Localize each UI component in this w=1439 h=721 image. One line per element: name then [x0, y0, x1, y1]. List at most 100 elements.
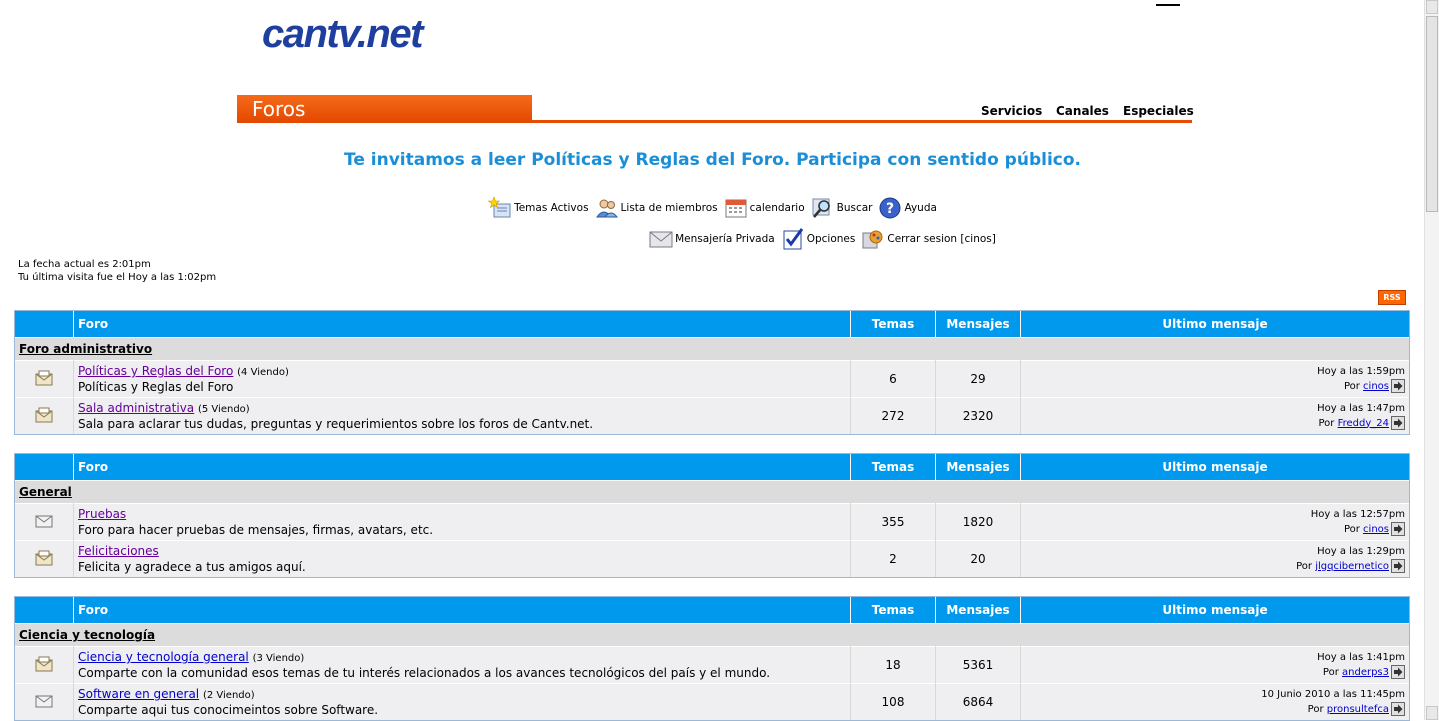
- col-forum: Foro: [73, 311, 851, 338]
- last-post-by: Por: [1343, 380, 1360, 392]
- tool-active-topics[interactable]: Temas Activos: [488, 196, 589, 220]
- last-post-by: Por: [1307, 703, 1324, 715]
- posts-count: 1820: [935, 503, 1021, 541]
- posts-count: 2320: [935, 397, 1021, 434]
- help-icon: ?: [879, 197, 901, 219]
- forum-banner[interactable]: Te invitamos a leer Políticas y Reglas d…: [0, 150, 1425, 170]
- viewing-count: (5 Viendo): [197, 404, 250, 415]
- tool-label: Ayuda: [904, 202, 937, 214]
- tool-calendar[interactable]: calendario: [724, 196, 805, 220]
- tool-private-messages[interactable]: Mensajería Privada: [649, 227, 775, 251]
- forum-link[interactable]: Políticas y Reglas del Foro: [78, 364, 233, 378]
- nav-canales[interactable]: Canales: [1056, 104, 1109, 118]
- forum-envelope-icon: [35, 695, 53, 707]
- logout-icon: [862, 230, 883, 249]
- forum-section-general: Foro Temas Mensajes Ultimo mensaje Gener…: [14, 453, 1410, 578]
- last-post-user[interactable]: cinos: [1363, 524, 1389, 535]
- col-last-post: Ultimo mensaje: [1020, 454, 1409, 481]
- last-post-user[interactable]: anderps3: [1342, 667, 1389, 678]
- topics-count: 2: [850, 540, 936, 577]
- nav-especiales[interactable]: Especiales: [1123, 104, 1194, 118]
- go-to-post-icon[interactable]: [1391, 664, 1405, 679]
- forum-folder-icon: [35, 550, 53, 565]
- go-to-post-icon[interactable]: [1391, 521, 1405, 536]
- current-date: La fecha actual es 2:01pm: [18, 259, 151, 270]
- topics-count: 355: [850, 503, 936, 541]
- vertical-scrollbar[interactable]: [1424, 0, 1439, 720]
- go-to-post-icon[interactable]: [1391, 558, 1405, 573]
- forum-table: Foro Temas Mensajes Ultimo mensaje Cienc…: [15, 597, 1409, 720]
- table-header: Foro Temas Mensajes Ultimo mensaje: [15, 311, 1409, 338]
- table-row: Ciencia y tecnología general (3 Viendo) C…: [15, 646, 1409, 684]
- cantv-logo[interactable]: cantv.net: [262, 12, 423, 57]
- viewing-count: (3 Viendo): [252, 653, 305, 664]
- last-post-user[interactable]: jlgqcibernetico: [1315, 561, 1389, 572]
- last-post-by: Por: [1322, 666, 1339, 678]
- last-post-by: Por: [1318, 417, 1335, 429]
- table-row: Software en general (2 Viendo) Comparte a…: [15, 683, 1409, 720]
- go-to-post-icon[interactable]: [1391, 378, 1405, 393]
- table-row: Políticas y Reglas del Foro (4 Viendo) Po…: [15, 360, 1409, 398]
- tool-label: Buscar: [836, 202, 873, 214]
- table-row: Felicitaciones Felicita y agradece a tus…: [15, 540, 1409, 577]
- scroll-thumb[interactable]: [1426, 16, 1438, 212]
- last-visit: Tu última visita fue el Hoy a las 1:02pm: [18, 272, 217, 283]
- forum-link[interactable]: Felicitaciones: [78, 544, 159, 558]
- tool-logout[interactable]: Cerrar sesion [cinos]: [861, 227, 996, 251]
- forum-description: Comparte aqui tus conocimeintos sobre So…: [78, 703, 379, 717]
- rss-button[interactable]: RSS: [1378, 290, 1406, 305]
- tool-help[interactable]: ? Ayuda: [878, 196, 937, 220]
- table-row: Pruebas Foro para hacer pruebas de mensa…: [15, 503, 1409, 541]
- forum-folder-icon: [35, 407, 53, 422]
- header-rule: [532, 120, 1192, 123]
- forum-envelope-icon: [35, 515, 53, 527]
- tool-options[interactable]: Opciones: [781, 227, 855, 251]
- forum-section-science: Foro Temas Mensajes Ultimo mensaje Cienc…: [14, 596, 1410, 721]
- tool-members[interactable]: Lista de miembros: [595, 196, 718, 220]
- forum-table: Foro Temas Mensajes Ultimo mensaje Gener…: [15, 454, 1409, 577]
- col-posts: Mensajes: [935, 311, 1021, 338]
- go-to-post-icon[interactable]: [1391, 415, 1405, 430]
- forum-link[interactable]: Ciencia y tecnología general: [78, 650, 249, 664]
- section-tab-foros[interactable]: Foros: [237, 95, 532, 123]
- category-title[interactable]: Ciencia y tecnología: [15, 623, 1409, 647]
- category-title[interactable]: General: [15, 480, 1409, 504]
- forum-description: Foro para hacer pruebas de mensajes, fir…: [78, 523, 434, 537]
- posts-count: 6864: [935, 683, 1021, 720]
- col-posts: Mensajes: [935, 454, 1021, 481]
- forum-link[interactable]: Software en general: [78, 687, 199, 701]
- svg-text:?: ?: [886, 201, 894, 217]
- tool-label: Cerrar sesion [cinos]: [887, 233, 996, 245]
- last-post-time: Hoy a las 12:57pm: [1310, 508, 1405, 520]
- toolbar-row-2: Mensajería Privada Opciones Cerrar sesio…: [110, 227, 1439, 251]
- last-post-user[interactable]: pronsultefca: [1327, 704, 1389, 715]
- forum-link[interactable]: Sala administrativa: [78, 401, 194, 415]
- col-forum: Foro: [73, 454, 851, 481]
- forum-table: Foro Temas Mensajes Ultimo mensaje Foro …: [15, 311, 1409, 434]
- date-info: La fecha actual es 2:01pm Tu última visi…: [18, 258, 216, 284]
- col-forum: Foro: [73, 597, 851, 624]
- last-post-by: Por: [1296, 560, 1313, 572]
- topics-count: 272: [850, 397, 936, 434]
- nav-servicios[interactable]: Servicios: [981, 104, 1042, 118]
- options-icon: [783, 228, 803, 250]
- viewing-count: (4 Viendo): [237, 367, 289, 378]
- forum-description: Sala para aclarar tus dudas, preguntas y…: [78, 417, 594, 431]
- active-topics-icon: [488, 196, 511, 218]
- category-title[interactable]: Foro administrativo: [15, 337, 1409, 361]
- forum-folder-icon: [35, 370, 53, 385]
- forum-section-admin: Foro Temas Mensajes Ultimo mensaje Foro …: [14, 310, 1410, 435]
- go-to-post-icon[interactable]: [1391, 701, 1405, 716]
- last-post-user[interactable]: cinos: [1363, 381, 1389, 392]
- forum-description: Políticas y Reglas del Foro: [78, 380, 234, 394]
- scroll-down-button[interactable]: [1426, 706, 1438, 720]
- forum-link[interactable]: Pruebas: [78, 507, 126, 521]
- toolbar-row-1: Temas Activos Lista de miembros calendar…: [0, 196, 1425, 220]
- last-post-user[interactable]: Freddy_24: [1338, 418, 1389, 429]
- last-post-time: Hoy a las 1:47pm: [1317, 402, 1405, 414]
- tool-label: Lista de miembros: [620, 202, 718, 214]
- tool-search[interactable]: Buscar: [811, 196, 873, 220]
- table-header: Foro Temas Mensajes Ultimo mensaje: [15, 454, 1409, 481]
- calendar-icon: [725, 199, 747, 218]
- scroll-up-button[interactable]: [1426, 0, 1438, 14]
